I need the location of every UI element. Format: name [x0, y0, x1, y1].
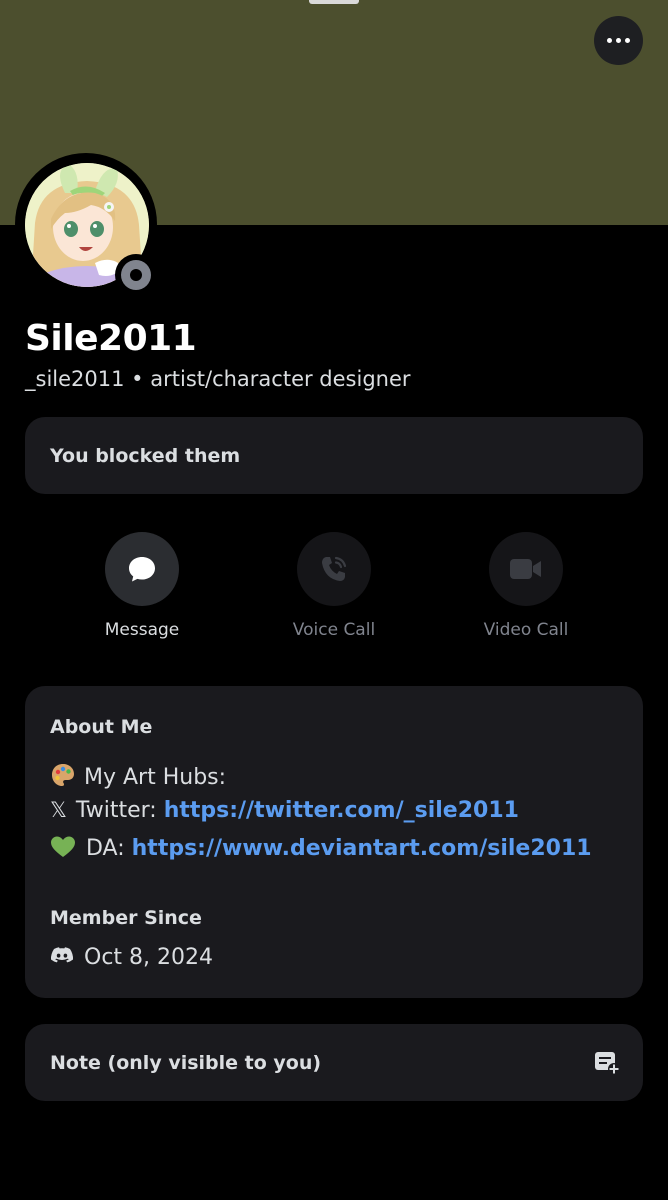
pronouns-bio: artist/character designer [150, 367, 411, 391]
sheet-drag-handle[interactable] [309, 0, 359, 4]
message-label: Message [104, 620, 180, 640]
twitter-link[interactable]: https://twitter.com/_sile2011 [164, 798, 519, 823]
video-camera-icon [510, 559, 541, 579]
note-card[interactable]: Note (only visible to you) [25, 1024, 643, 1101]
phone-call-icon [322, 556, 347, 581]
voice-call-button[interactable] [297, 532, 371, 606]
da-prefix: DA: [86, 836, 125, 861]
member-since-date: Oct 8, 2024 [84, 945, 214, 970]
message-button[interactable] [105, 532, 179, 606]
video-call-label: Video Call [483, 620, 569, 640]
video-call-action[interactable]: Video Call [451, 532, 601, 640]
dot [607, 38, 612, 43]
chat-bubble-icon [129, 557, 155, 582]
video-call-button[interactable] [489, 532, 563, 606]
dot [616, 38, 621, 43]
blocked-banner: You blocked them [25, 417, 643, 494]
twitter-prefix: Twitter: [75, 798, 157, 823]
about-me-title: About Me [50, 716, 153, 738]
palette-icon [52, 764, 74, 786]
about-me-card: About Me My Art Hubs: 𝕏 Twitter: https:/… [25, 686, 643, 998]
x-logo-icon: 𝕏 [50, 798, 67, 822]
blocked-label: You blocked them [50, 445, 241, 467]
status-indicator [115, 254, 157, 296]
add-note-icon[interactable] [594, 1051, 620, 1075]
dot [625, 38, 630, 43]
voice-call-action[interactable]: Voice Call [259, 532, 409, 640]
bio-line-art-hubs: My Art Hubs: [50, 762, 226, 790]
art-hubs-text: My Art Hubs: [84, 765, 227, 790]
note-label: Note (only visible to you) [50, 1052, 322, 1074]
bio-line-deviantart: DA: https://www.deviantart.com/sile2011 [50, 835, 592, 861]
username-line: _sile2011 • artist/character designer [25, 367, 411, 391]
message-action[interactable]: Message [67, 532, 217, 640]
discord-logo-icon [50, 947, 74, 963]
bio-line-twitter: 𝕏 Twitter: https://twitter.com/_sile2011 [50, 798, 519, 823]
member-since-row: Oct 8, 2024 [50, 945, 213, 970]
deviantart-link[interactable]: https://www.deviantart.com/sile2011 [132, 836, 592, 861]
green-heart-icon [51, 836, 75, 857]
more-options-button[interactable] [594, 16, 643, 65]
username: _sile2011 [25, 367, 125, 391]
voice-call-label: Voice Call [292, 620, 376, 640]
member-since-title: Member Since [50, 907, 202, 929]
display-name: Sile2011 [25, 318, 197, 359]
separator: • [131, 367, 144, 391]
offline-status-icon [121, 260, 151, 290]
